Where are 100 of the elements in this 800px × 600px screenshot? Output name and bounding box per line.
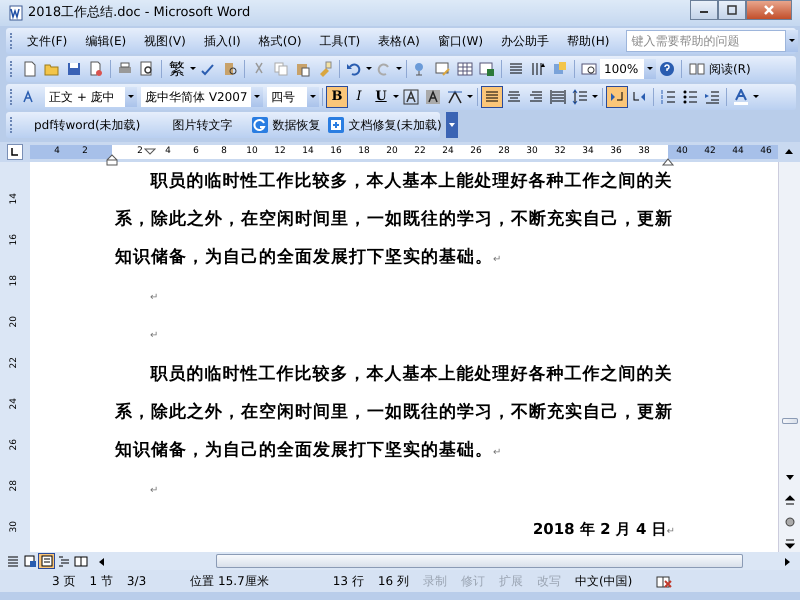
caret-icon[interactable] xyxy=(253,93,261,101)
close-button[interactable] xyxy=(746,0,792,20)
caret-icon[interactable] xyxy=(591,93,599,101)
scroll-left-icon[interactable] xyxy=(97,556,106,567)
ruler-number: 46 xyxy=(759,145,773,158)
ruler-number: 38 xyxy=(637,145,651,158)
toolbar-options-button[interactable] xyxy=(446,112,458,138)
ruler-number: 40 xyxy=(675,145,689,158)
read-mode-button[interactable]: 阅读(R) xyxy=(685,60,755,78)
previous-page-icon[interactable] xyxy=(784,494,794,505)
add-in-button[interactable]: 文档修复(未加载) xyxy=(324,116,446,134)
ruler-number: 28 xyxy=(8,480,20,492)
menu-item[interactable]: 工具(T) xyxy=(310,30,370,52)
paste-icon xyxy=(295,61,311,77)
first-line-indent-marker-icon[interactable] xyxy=(144,148,156,156)
browse-object-icon[interactable] xyxy=(784,516,794,527)
ruler-number: 18 xyxy=(357,145,371,158)
menu-item[interactable]: 格式(O) xyxy=(250,30,311,52)
menu-item[interactable]: 帮助(H) xyxy=(558,30,618,52)
caret-icon[interactable] xyxy=(309,93,317,101)
zoom-dropdown[interactable]: 100% xyxy=(600,59,644,79)
menu-item[interactable]: 插入(I) xyxy=(194,30,250,52)
view-icon xyxy=(22,554,36,568)
add-in-button[interactable]: pdf转word(未加载) xyxy=(18,116,156,134)
scroll-down-icon[interactable] xyxy=(784,473,794,482)
scroll-right-icon[interactable] xyxy=(783,556,792,567)
caret-icon[interactable] xyxy=(365,65,373,73)
view-icon xyxy=(40,554,54,568)
menu-item[interactable]: 办公助手 xyxy=(492,30,558,52)
new-document-icon xyxy=(22,61,38,77)
status-text: 16 列 xyxy=(376,573,410,590)
menu-item[interactable]: 窗口(W) xyxy=(428,30,492,52)
open-book-icon xyxy=(689,61,705,77)
caret-icon[interactable] xyxy=(466,93,474,101)
traditional-chinese-button[interactable]: 繁 xyxy=(165,57,189,81)
ruler-number: 24 xyxy=(441,145,455,158)
view-icon xyxy=(6,554,20,568)
ruler-number: 8 xyxy=(220,145,228,158)
caret-icon[interactable] xyxy=(646,65,654,73)
status-text: 13 行 xyxy=(332,573,365,590)
ruler-number: 14 xyxy=(8,192,20,204)
caret-icon[interactable] xyxy=(392,93,400,101)
ruler-number: 4 xyxy=(164,145,172,158)
font-size-dropdown[interactable]: 四号 xyxy=(267,87,307,107)
copy-icon xyxy=(273,61,289,77)
left-tab-icon xyxy=(10,147,20,157)
caret-icon[interactable] xyxy=(127,93,135,101)
style-dropdown[interactable]: 正文 + 庞中 xyxy=(45,87,125,107)
bullets-icon xyxy=(682,89,698,105)
status-text: 位置 15.7厘米 xyxy=(189,573,270,590)
add-in-button[interactable]: 图片转文字 xyxy=(156,116,248,134)
chevron-down-icon xyxy=(448,121,456,129)
menu-item[interactable]: 表格(A) xyxy=(369,30,429,52)
caret-icon[interactable] xyxy=(189,65,197,73)
ruler-number: 14 xyxy=(301,145,315,158)
underline-button[interactable]: U xyxy=(370,86,392,108)
font-dropdown[interactable]: 庞中华简体 V2007 xyxy=(141,87,251,107)
ruler-number: 10 xyxy=(245,145,259,158)
help-search-field[interactable]: 键入需要帮助的问题 xyxy=(626,30,786,52)
scrollbar-thumb[interactable] xyxy=(782,418,798,424)
ruler-number: 30 xyxy=(525,145,539,158)
justify-button[interactable] xyxy=(481,86,503,108)
tab-selector-button[interactable] xyxy=(7,144,23,160)
font-color-icon xyxy=(733,89,749,105)
right-indent-marker-icon[interactable] xyxy=(662,157,674,166)
scrollbar-thumb[interactable] xyxy=(216,554,743,568)
add-in-button[interactable]: 数据恢复 xyxy=(248,116,324,134)
italic-button[interactable]: I xyxy=(348,86,370,108)
minimize-button[interactable] xyxy=(690,0,718,20)
menu-item[interactable]: 编辑(E) xyxy=(76,30,136,52)
ruler-number: 36 xyxy=(609,145,623,158)
left-to-right-button[interactable] xyxy=(606,86,628,108)
paragraph-mark: ↵ xyxy=(150,330,158,341)
caret-icon[interactable] xyxy=(752,93,760,101)
ruler-number: 18 xyxy=(8,274,20,286)
menu-item[interactable]: 文件(F) xyxy=(18,30,76,52)
help-dropdown-button[interactable] xyxy=(786,30,798,52)
maximize-icon xyxy=(726,5,738,15)
next-page-icon[interactable] xyxy=(784,538,794,549)
ruler-number: 22 xyxy=(8,356,20,368)
caret-icon[interactable] xyxy=(395,65,403,73)
paragraph: 职员的临时性工作比较多，本人基本上能处理好各种工作之间的关系，除此之外，在空闲时间里，一如既往的学习，不断充实自己，更新知识储备，为自己的全面发展打下坚实的基础。↵ xyxy=(115,170,674,269)
ruler-number: 24 xyxy=(8,398,20,410)
status-text: 扩展 xyxy=(498,573,524,590)
caret-icon[interactable] xyxy=(788,37,796,45)
view-icon xyxy=(74,554,88,568)
hanging-indent-marker-icon[interactable] xyxy=(106,154,118,166)
ruler-number: 4 xyxy=(53,145,61,158)
ruler-number: 16 xyxy=(329,145,343,158)
ruler-number: 44 xyxy=(731,145,745,158)
maximize-button[interactable] xyxy=(718,0,746,20)
menu-item[interactable]: 视图(V) xyxy=(135,30,195,52)
scroll-up-icon[interactable] xyxy=(784,147,794,157)
status-text: 1 节 xyxy=(88,573,114,590)
refresh-icon xyxy=(252,117,268,133)
character-scaling-icon xyxy=(447,89,463,105)
ruler-number: 12 xyxy=(273,145,287,158)
view-icon xyxy=(56,554,70,568)
print-layout-button[interactable] xyxy=(38,553,55,569)
bold-button[interactable]: B xyxy=(326,86,348,108)
